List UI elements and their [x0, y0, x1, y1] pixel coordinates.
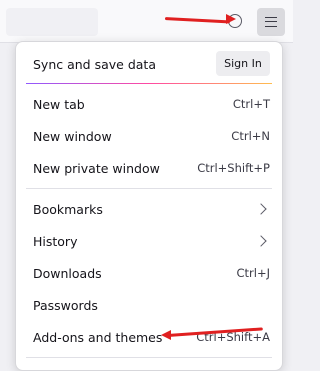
menu-item-label: Bookmarks [33, 201, 103, 217]
sync-separator [26, 83, 272, 84]
chevron-right-icon [255, 235, 267, 247]
menu-separator [26, 357, 272, 358]
annotation-arrow-head [226, 14, 236, 24]
sync-row: Sync and save data Sign In [16, 42, 282, 86]
menu-item-addons-and-themes[interactable]: Add-ons and themes Ctrl+Shift+A [16, 322, 282, 352]
menu-item-label: Downloads [33, 265, 102, 281]
menu-separator [26, 188, 272, 189]
browser-toolbar [0, 0, 293, 43]
menu-item-label: History [33, 233, 78, 249]
menu-item-label: New window [33, 128, 112, 144]
url-bar[interactable] [6, 8, 98, 36]
app-menu-panel: Sync and save data Sign In New tab Ctrl+… [15, 41, 283, 371]
menu-item-shortcut: Ctrl+T [232, 97, 270, 111]
sign-in-button[interactable]: Sign In [216, 51, 270, 76]
menu-item-downloads[interactable]: Downloads Ctrl+J [16, 258, 282, 288]
chevron-right-icon [255, 203, 267, 215]
menu-item-label: Add-ons and themes [33, 329, 163, 345]
menu-item-new-private-window[interactable]: New private window Ctrl+Shift+P [16, 153, 282, 183]
menu-item-new-tab[interactable]: New tab Ctrl+T [16, 89, 282, 119]
menu-item-label: New tab [33, 96, 85, 112]
menu-item-shortcut: Ctrl+J [236, 266, 271, 280]
sync-label: Sync and save data [33, 57, 156, 72]
menu-item-new-window[interactable]: New window Ctrl+N [16, 121, 282, 151]
menu-item-bookmarks[interactable]: Bookmarks [16, 194, 282, 224]
menu-item-shortcut: Ctrl+Shift+P [197, 161, 270, 175]
app-menu-button[interactable] [257, 8, 285, 36]
annotation-arrow-head [161, 330, 171, 340]
menu-item-label: New private window [33, 160, 160, 176]
menu-item-label: Passwords [33, 297, 98, 313]
menu-item-passwords[interactable]: Passwords [16, 290, 282, 320]
menu-item-history[interactable]: History [16, 226, 282, 256]
menu-item-shortcut: Ctrl+N [231, 129, 270, 143]
hamburger-menu-icon [265, 17, 277, 27]
